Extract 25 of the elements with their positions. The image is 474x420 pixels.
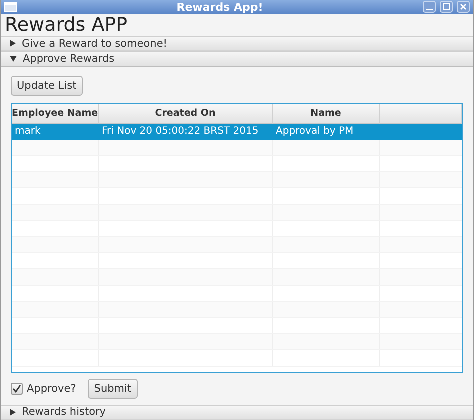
minimize-icon[interactable] xyxy=(423,1,436,14)
column-header[interactable]: Employee Name xyxy=(12,104,99,124)
accordion-title: Give a Reward to someone! xyxy=(22,38,168,50)
approve-label: Approve? xyxy=(27,382,76,395)
collapse-arrow-icon xyxy=(10,56,17,62)
accordion-header[interactable]: Give a Reward to someone! xyxy=(1,36,473,52)
submit-button[interactable]: Submit xyxy=(88,378,138,399)
update-list-button[interactable]: Update List xyxy=(11,76,83,96)
close-icon[interactable] xyxy=(457,1,470,14)
window-icon xyxy=(4,2,17,12)
column-header[interactable]: Name xyxy=(273,104,380,124)
expand-arrow-icon xyxy=(10,408,16,416)
accordion-header[interactable]: Rewards history xyxy=(1,404,473,420)
table-cell-text: Fri Nov 20 05:00:22 BRST 2015 xyxy=(101,125,260,140)
table-cell-text: Approval by PM xyxy=(275,125,355,140)
column-header[interactable]: Created On xyxy=(99,104,273,124)
app-heading: Rewards APP xyxy=(4,14,129,36)
expand-arrow-icon xyxy=(10,40,16,48)
table-cell-text: mark xyxy=(14,125,42,140)
window-title: Rewards App! xyxy=(176,0,264,14)
maximize-icon[interactable] xyxy=(440,1,453,14)
accordion-header[interactable]: Approve Rewards xyxy=(1,51,473,67)
approve-checkbox[interactable] xyxy=(11,382,23,395)
accordion-title: Rewards history xyxy=(22,406,106,418)
accordion-title: Approve Rewards xyxy=(23,53,115,66)
